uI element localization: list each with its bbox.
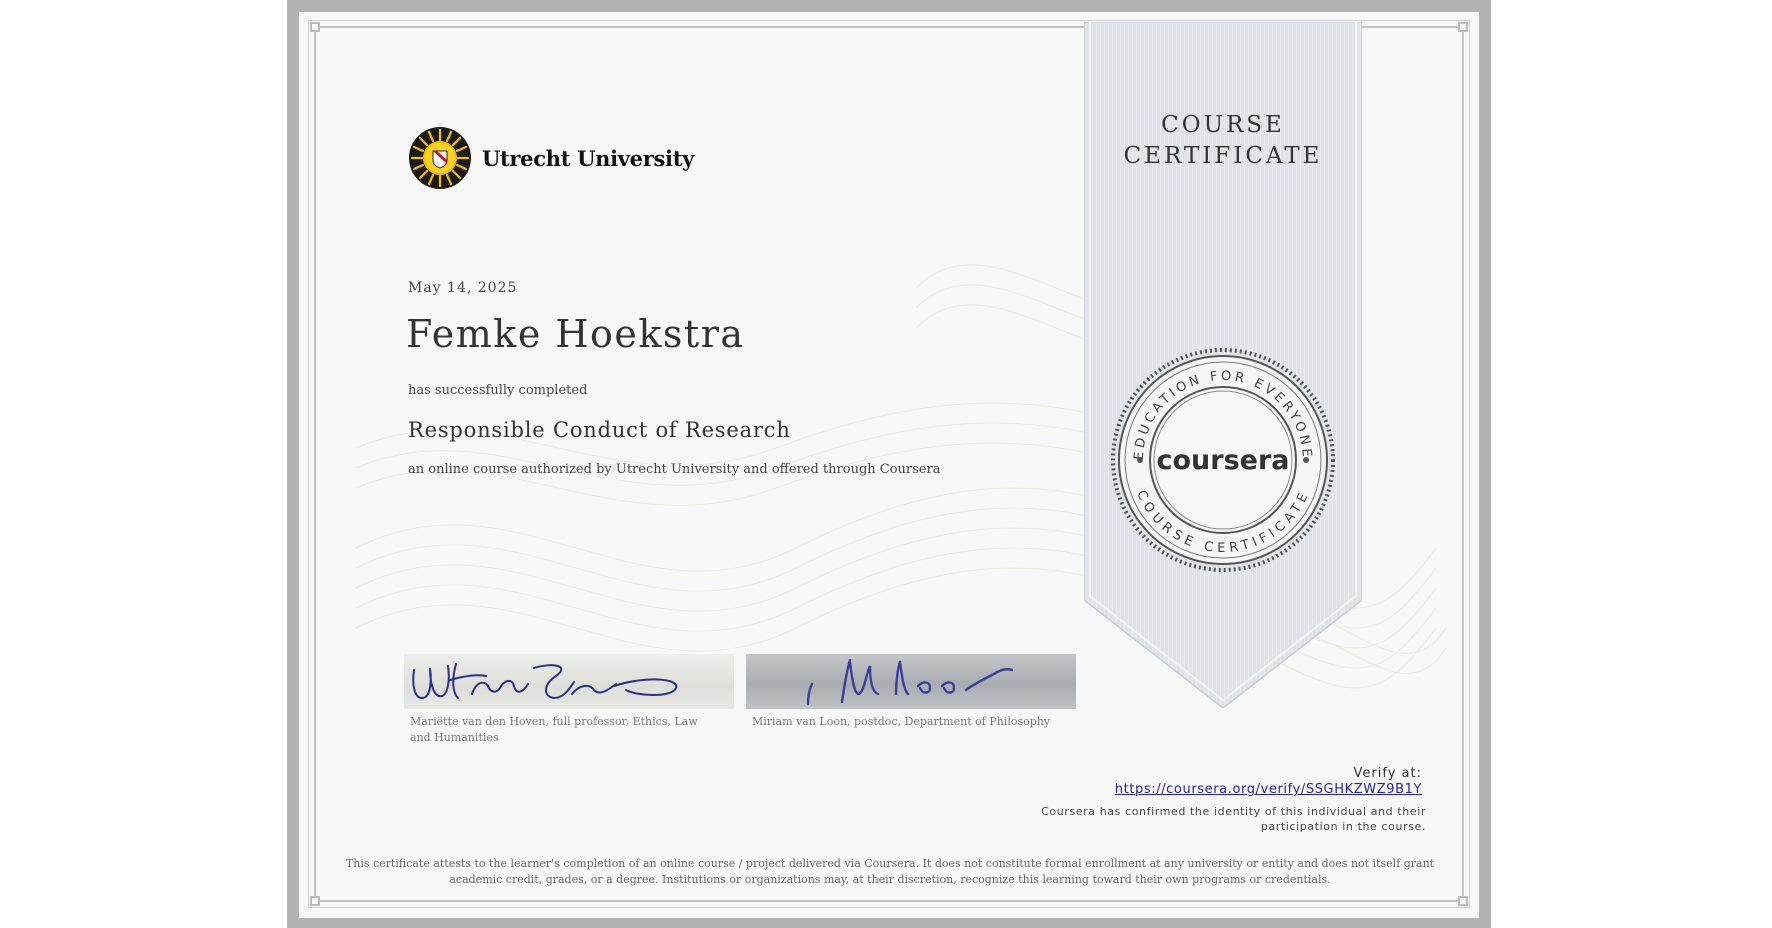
verify-link[interactable]: https://coursera.org/verify/SSGHKZWZ9B1Y [1000, 782, 1422, 797]
coursera-seal-icon: EDUCATION FOR EVERYONE COURSE CERTIFICAT… [1111, 348, 1335, 572]
corner-ornament [310, 22, 320, 32]
university-logo: Utrecht University [408, 126, 694, 190]
verify-label: Verify at: [1353, 766, 1422, 781]
course-title: Responsible Conduct of Research [408, 418, 791, 442]
sun-crest-icon [409, 127, 471, 189]
signatory-caption: Mariëtte van den Hoven, full professor, … [410, 715, 698, 744]
verification-block: Verify at: https://coursera.org/verify/S… [1000, 766, 1422, 797]
authorized-text: an online course authorized by Utrecht U… [408, 462, 941, 477]
identity-note: Coursera has confirmed the identity of t… [1041, 805, 1426, 833]
completed-text: has successfully completed [408, 383, 588, 398]
recipient-name: Femke Hoekstra [406, 312, 745, 356]
handwritten-signature [412, 663, 678, 700]
completion-date: May 14, 2025 [408, 280, 518, 296]
signature-image [404, 654, 734, 709]
certificate-type-label: COURSE CERTIFICATE [1123, 112, 1323, 169]
university-name: Utrecht University [482, 145, 694, 171]
disclaimer-text: This certificate attests to the learner'… [345, 857, 1435, 886]
corner-ornament [1458, 22, 1468, 32]
seal-brand: coursera [1156, 445, 1289, 476]
signatory-caption: Miriam van Loon, postdoc, Department of … [752, 715, 1051, 728]
corner-ornament [1458, 896, 1468, 906]
corner-ornament [310, 896, 320, 906]
handwritten-signature [806, 658, 1014, 706]
signature-image [746, 654, 1076, 709]
